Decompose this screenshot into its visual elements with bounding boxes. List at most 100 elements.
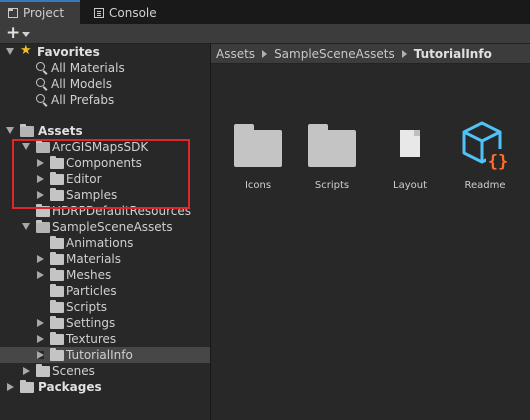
folder-icon	[50, 268, 64, 281]
folder-icon	[36, 140, 50, 153]
folder-icon	[234, 124, 282, 167]
expand-arrow-icon[interactable]	[37, 255, 44, 263]
breadcrumb: Assets SampleSceneAssets TutorialInfo	[211, 44, 530, 64]
folder-icon	[20, 124, 34, 137]
expand-arrow-icon[interactable]	[23, 367, 30, 375]
star-icon: ★	[20, 43, 32, 58]
expand-arrow-icon[interactable]	[37, 351, 44, 359]
tab-console-label: Console	[109, 6, 157, 20]
folder-icon	[36, 364, 50, 377]
expand-arrow-icon[interactable]	[37, 191, 44, 199]
tree-label: Materials	[66, 252, 122, 266]
tree-item-particles[interactable]: Particles	[0, 283, 210, 299]
tree-label: Textures	[66, 332, 117, 346]
tree-item-all-models[interactable]: All Models	[0, 76, 210, 92]
folder-icon	[50, 252, 64, 265]
tree-label: Settings	[66, 316, 116, 330]
asset-label: Scripts	[314, 180, 350, 191]
expand-arrow-icon[interactable]	[37, 159, 44, 167]
tree-item-animations[interactable]: Animations	[0, 235, 210, 251]
add-button[interactable]: +	[6, 24, 34, 43]
tree-label: Samples	[66, 188, 118, 202]
tree-label: SampleSceneAssets	[52, 220, 173, 234]
tab-console[interactable]: Console	[86, 2, 166, 24]
tree-item-editor[interactable]: Editor	[0, 171, 210, 187]
tab-project-label: Project	[23, 6, 65, 20]
tree-item-tutorialinfo[interactable]: TutorialInfo	[0, 347, 210, 363]
folder-icon	[50, 284, 64, 297]
folder-icon	[20, 380, 34, 393]
tree-item-packages[interactable]: Packages	[0, 379, 210, 395]
tree-label: Packages	[38, 380, 102, 394]
tree-label: Editor	[66, 172, 102, 186]
document-icon	[400, 130, 420, 157]
expand-arrow-icon[interactable]	[6, 127, 14, 134]
chevron-right-icon	[401, 49, 407, 58]
folder-icon	[50, 236, 64, 249]
asset-label: Icons	[244, 180, 272, 191]
expand-arrow-icon[interactable]	[37, 319, 44, 327]
tree-label: ArcGISMapsSDK	[52, 140, 149, 154]
folder-icon	[308, 124, 356, 167]
folder-icon	[50, 332, 64, 345]
expand-arrow-icon[interactable]	[22, 223, 30, 230]
tab-project[interactable]: Project	[0, 0, 80, 24]
folder-icon	[50, 156, 64, 169]
breadcrumb-samplesceneassets[interactable]: SampleSceneAssets	[274, 47, 395, 61]
folder-icon	[8, 8, 18, 18]
tab-bar: Project Console	[0, 0, 530, 24]
tree-item-scenes[interactable]: Scenes	[0, 363, 210, 379]
readme-asset-icon: {}	[462, 121, 510, 173]
tree-label: All Prefabs	[51, 93, 115, 107]
folder-icon	[36, 220, 50, 233]
tree-item-arcgismapssdk[interactable]: ArcGISMapsSDK	[0, 139, 210, 155]
tree-item-textures[interactable]: Textures	[0, 331, 210, 347]
folder-icon	[50, 300, 64, 313]
tree-item-all-prefabs[interactable]: All Prefabs	[0, 92, 210, 108]
folder-icon	[36, 204, 50, 217]
tree-label: TutorialInfo	[66, 348, 133, 362]
svg-text:{}: {}	[488, 152, 508, 172]
folder-icon	[50, 316, 64, 329]
tree-item-materials[interactable]: Materials	[0, 251, 210, 267]
tree-item-all-materials[interactable]: All Materials	[0, 60, 210, 76]
expand-arrow-icon[interactable]	[37, 175, 44, 183]
tree-label: Components	[66, 156, 142, 170]
tree-item-components[interactable]: Components	[0, 155, 210, 171]
search-icon	[36, 62, 45, 71]
tree-label: All Models	[51, 77, 112, 91]
tree-label: All Materials	[51, 61, 125, 75]
search-icon	[36, 78, 45, 87]
chevron-down-icon	[22, 32, 31, 37]
folder-icon	[50, 172, 64, 185]
tree-item-assets[interactable]: Assets	[0, 123, 210, 139]
tree-label: Assets	[38, 124, 83, 138]
tree-item-samplesceneassets[interactable]: SampleSceneAssets	[0, 219, 210, 235]
breadcrumb-tutorialinfo[interactable]: TutorialInfo	[414, 47, 492, 61]
asset-label: Readme	[464, 180, 506, 191]
tree-item-favorites[interactable]: ★ Favorites	[0, 43, 210, 60]
tree-label: Scripts	[66, 300, 108, 314]
tree-label: Particles	[66, 284, 117, 298]
tree-label: Favorites	[37, 45, 100, 59]
tree-item-samples[interactable]: Samples	[0, 187, 210, 203]
folder-icon	[50, 348, 64, 361]
tree-item-scripts[interactable]: Scripts	[0, 299, 210, 315]
expand-arrow-icon[interactable]	[6, 48, 14, 55]
expand-arrow-icon[interactable]	[37, 271, 44, 279]
plus-icon: +	[6, 23, 21, 43]
expand-arrow-icon[interactable]	[7, 383, 14, 391]
console-icon	[94, 8, 104, 18]
tree-label: Scenes	[52, 364, 95, 378]
tree-item-meshes[interactable]: Meshes	[0, 267, 210, 283]
asset-label: Layout	[393, 180, 427, 191]
folder-tree: ★ Favorites All Materials All Models All…	[0, 43, 210, 420]
asset-browser: Assets SampleSceneAssets TutorialInfo Ic…	[211, 44, 530, 420]
tree-label: HDRPDefaultResources	[52, 204, 191, 218]
expand-arrow-icon[interactable]	[22, 143, 30, 150]
breadcrumb-assets[interactable]: Assets	[216, 47, 255, 61]
tree-label: Meshes	[66, 268, 112, 282]
tree-item-settings[interactable]: Settings	[0, 315, 210, 331]
expand-arrow-icon[interactable]	[37, 335, 44, 343]
tree-item-hdrpdefaultresources[interactable]: HDRPDefaultResources	[0, 203, 210, 219]
